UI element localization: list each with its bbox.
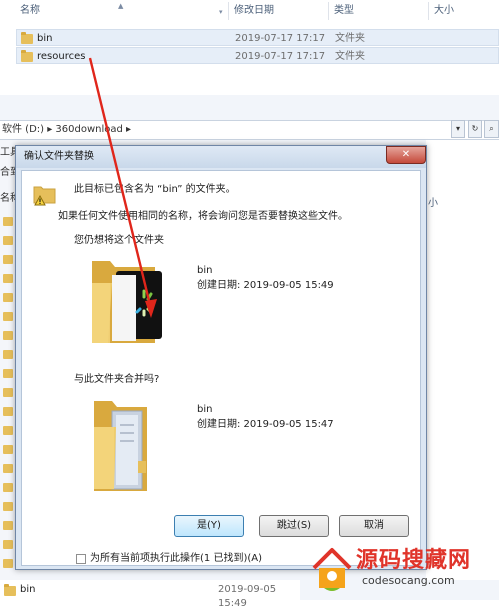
folder-icon[interactable] (3, 217, 13, 226)
file-row-bin[interactable]: bin 2019-07-17 17:17 文件夹 (16, 29, 499, 46)
folder-icon (4, 584, 16, 596)
column-header-size[interactable]: 小 (428, 194, 438, 209)
folder-icon (21, 32, 33, 44)
folder-warning-icon (33, 186, 56, 206)
watermark-url: codesocang.com (362, 574, 455, 587)
dialog-message-line1: 此目标已包含名为 “bin” 的文件夹。 (74, 184, 236, 195)
sort-ascending-icon: ▲ (118, 2, 124, 10)
address-dropdown-button[interactable]: ▾ (451, 120, 465, 138)
folder-icon[interactable] (3, 483, 13, 492)
folder-icon[interactable] (3, 445, 13, 454)
address-path[interactable]: 软件 (D:) ▸ 360download ▸ (2, 123, 131, 137)
column-header-date[interactable]: 修改日期 (234, 0, 274, 22)
source-folder-created: 创建日期: 2019-09-05 15:49 (197, 280, 334, 291)
top-file-list: 名称 ▲ ▾ 修改日期 类型 大小 bin 2019-07-17 17:17 文… (0, 0, 499, 95)
source-folder-icon[interactable] (88, 257, 168, 349)
refresh-icon[interactable]: ↻ (468, 120, 482, 138)
folder-icon[interactable] (3, 274, 13, 283)
watermark-title: 源码搜藏网 (356, 548, 472, 573)
folder-icon[interactable] (3, 293, 13, 302)
row-type: 文件夹 (335, 33, 365, 44)
dialog-title-bar[interactable]: 确认文件夹替换 ✕ (16, 146, 426, 168)
skip-button[interactable]: 跳过(S) (259, 515, 329, 537)
folder-icon[interactable] (3, 312, 13, 321)
close-icon[interactable]: ✕ (386, 146, 426, 164)
folder-icon[interactable] (3, 350, 13, 359)
file-row-resources[interactable]: resources 2019-07-17 17:17 文件夹 (16, 47, 499, 64)
search-icon[interactable]: ⌕ (484, 120, 499, 138)
column-separator[interactable] (328, 2, 329, 20)
column-dropdown-icon[interactable]: ▾ (219, 8, 223, 16)
column-header-name[interactable]: 名称 (20, 0, 40, 22)
folder-icon[interactable] (3, 559, 13, 568)
folder-icon[interactable] (3, 331, 13, 340)
folder-icon[interactable] (3, 426, 13, 435)
cancel-button[interactable]: 取消 (339, 515, 409, 537)
yes-button[interactable]: 是(Y) (174, 515, 244, 537)
confirm-folder-replace-dialog: 确认文件夹替换 ✕ 此目标已包含名为 “bin” 的文件夹。 如果任何文件使用相… (15, 145, 427, 570)
destination-folder-icon[interactable] (90, 397, 166, 497)
folder-icon[interactable] (3, 540, 13, 549)
folder-icon[interactable] (3, 521, 13, 530)
row-date: 2019-07-17 17:17 (235, 33, 326, 44)
dialog-body: 此目标已包含名为 “bin” 的文件夹。 如果任何文件使用相同的名称，将会询问您… (21, 170, 421, 566)
row-type: 文件夹 (335, 51, 365, 62)
row-date: 2019-09-05 15:49 (218, 584, 277, 609)
folder-icon[interactable] (3, 255, 13, 264)
source-folder-name: bin (197, 265, 213, 276)
column-header-type[interactable]: 类型 (334, 0, 354, 22)
dialog-message-line2: 如果任何文件使用相同的名称，将会询问您是否要替换这些文件。 (58, 211, 348, 222)
column-separator[interactable] (228, 2, 229, 20)
folder-icon[interactable] (3, 502, 13, 511)
folder-icon[interactable] (3, 464, 13, 473)
destination-folder-created: 创建日期: 2019-09-05 15:47 (197, 419, 334, 430)
address-bar[interactable]: 软件 (D:) ▸ 360download ▸ (0, 120, 499, 140)
file-list-right-edge: 小 (426, 140, 499, 580)
apply-all-checkbox[interactable] (76, 554, 86, 564)
row-name: bin (37, 33, 53, 44)
column-header-size[interactable]: 大小 (434, 0, 454, 22)
folder-icon[interactable] (3, 236, 13, 245)
row-date: 2019-07-17 17:17 (235, 51, 326, 62)
file-row-bin[interactable]: bin 2019-09-05 15:49 (0, 580, 300, 609)
apply-all-label[interactable]: 为所有当前项执行此操作(1 已找到)(A) (90, 552, 262, 566)
house-logo-icon (312, 548, 352, 591)
destination-folder-name: bin (197, 404, 213, 415)
dialog-title: 确认文件夹替换 (24, 151, 94, 162)
dialog-question-line2: 与此文件夹合并吗? (74, 374, 160, 385)
dialog-question-line1: 您仍想将这个文件夹 (74, 235, 164, 246)
folder-icon[interactable] (3, 388, 13, 397)
folder-icon[interactable] (3, 407, 13, 416)
folder-icon[interactable] (3, 369, 13, 378)
row-name: bin (20, 584, 36, 595)
folder-icon (21, 50, 33, 62)
row-name: resources (37, 51, 86, 62)
column-separator[interactable] (428, 2, 429, 20)
watermark: 源码搜藏网 codesocang.com (300, 540, 499, 600)
